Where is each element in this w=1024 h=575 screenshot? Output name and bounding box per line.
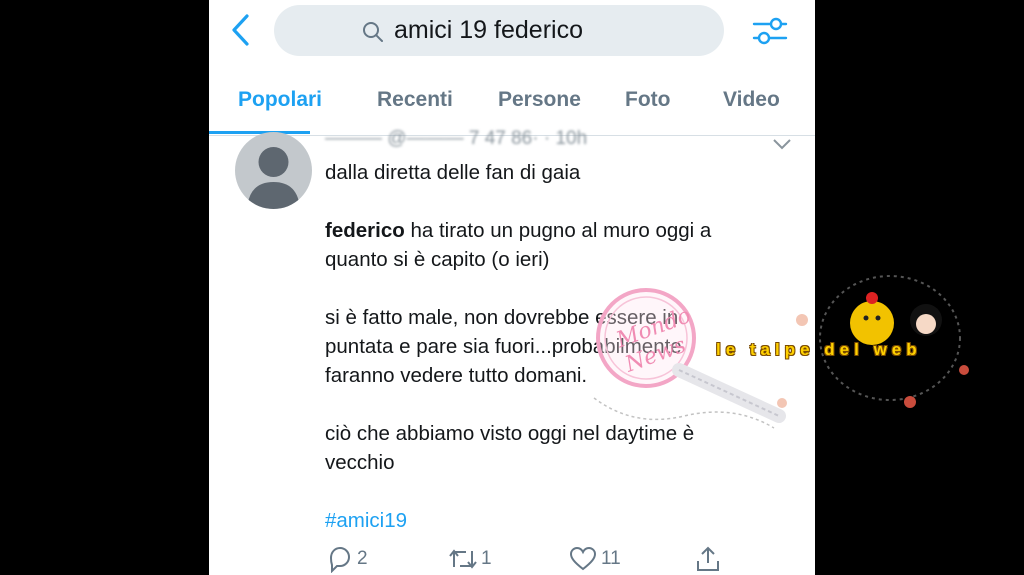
tab-popolari[interactable]: Popolari	[238, 88, 322, 112]
search-icon	[363, 22, 383, 42]
like-count: 11	[601, 548, 621, 569]
tweet-line: vecchio	[325, 451, 395, 474]
tweet-line: quanto si è capito (o ieri)	[325, 248, 550, 271]
search-input[interactable]: amici 19 federico	[274, 5, 724, 56]
search-query: amici 19 federico	[394, 16, 583, 44]
heart-icon[interactable]	[569, 545, 597, 573]
highlighted-keyword: federico	[325, 219, 405, 242]
tweet-line: federico ha tirato un pugno al muro oggi…	[325, 216, 795, 245]
tab-persone[interactable]: Persone	[498, 88, 581, 112]
reply-count: 2	[357, 548, 368, 569]
tab-recenti[interactable]: Recenti	[377, 88, 453, 112]
share-icon[interactable]	[695, 545, 721, 573]
retweet-count: 1	[481, 548, 492, 569]
reply-icon[interactable]	[327, 545, 353, 573]
avatar[interactable]	[235, 132, 312, 209]
filter-sliders-icon[interactable]	[752, 14, 788, 48]
hashtag-link[interactable]: #amici19	[325, 506, 795, 535]
tab-video[interactable]: Video	[723, 88, 780, 112]
default-avatar-icon	[247, 147, 300, 209]
tweet-line: si è fatto male, non dovrebbe essere in	[325, 306, 679, 329]
tab-foto[interactable]: Foto	[625, 88, 670, 112]
watermark-logo-text: le talpe del web	[716, 340, 922, 359]
tweet-actions: 2 1 11	[209, 541, 815, 575]
retweet-icon[interactable]	[447, 545, 479, 573]
search-header: amici 19 federico	[209, 0, 815, 62]
tweet-author-blurred: ——— @——— 7 47 86· · 10h	[325, 128, 588, 149]
tweet-line: faranno vedere tutto domani.	[325, 364, 588, 387]
back-arrow-icon[interactable]	[229, 12, 253, 48]
tweet-line: ciò che abbiamo visto oggi nel daytime è	[325, 422, 695, 445]
phone-screen: amici 19 federico Popolari Recenti Perso…	[209, 0, 815, 575]
chevron-down-icon[interactable]	[772, 138, 792, 150]
tweet-line: dalla diretta delle fan di gaia	[325, 161, 581, 184]
tweet-line-rest: ha tirato un pugno al muro oggi a	[404, 219, 712, 242]
